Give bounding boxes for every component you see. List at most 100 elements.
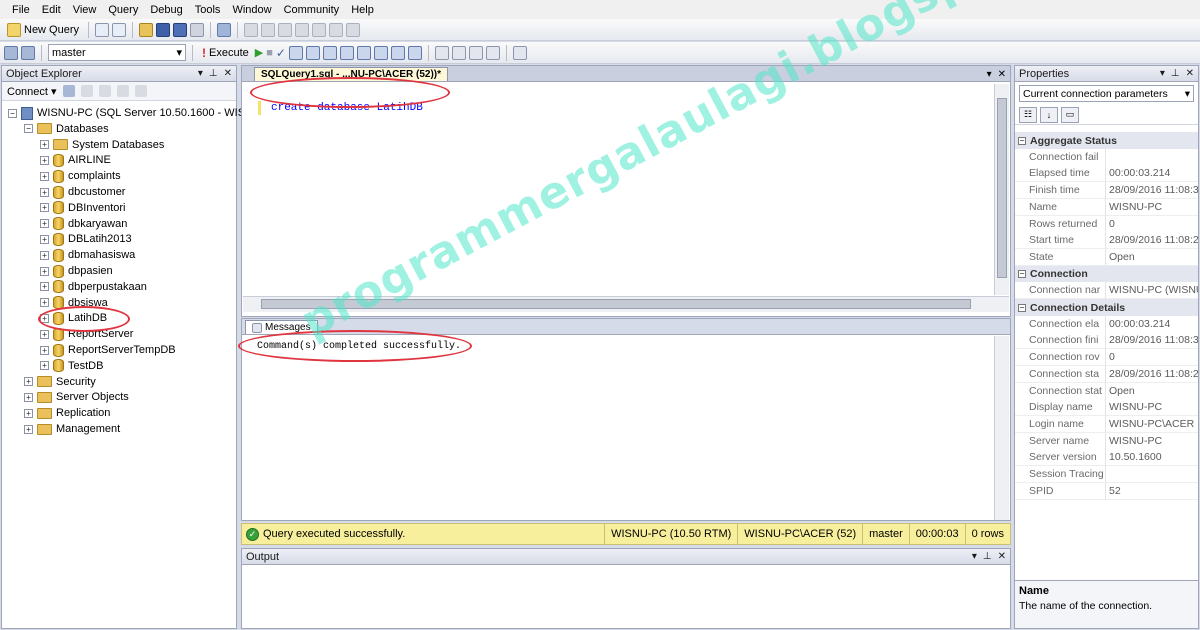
tab-sqlquery1[interactable]: SQLQuery1.sql - ...NU-PC\ACER (52))* (254, 67, 449, 81)
tree-node-server[interactable]: − WISNU-PC (SQL Server 10.50.1600 - WISNU (8, 105, 261, 121)
decrease-indent-icon[interactable] (468, 45, 483, 60)
property-row[interactable]: Name WISNU-PC (1015, 198, 1198, 216)
property-row[interactable]: Server version 10.50.1600 (1015, 449, 1198, 467)
expand-icon[interactable]: + (24, 408, 33, 418)
expand-icon[interactable]: + (40, 203, 49, 213)
expand-icon[interactable]: + (24, 424, 33, 434)
tree-node-folder[interactable]: + Server Objects (24, 389, 129, 405)
new-file-icon[interactable] (95, 22, 110, 37)
tree-node-database[interactable]: + ReportServer (40, 326, 133, 342)
query-designer-icon[interactable] (305, 45, 320, 60)
collapse-icon[interactable]: − (24, 124, 33, 134)
tree-node-database[interactable]: + dbsiswa (40, 295, 108, 311)
property-row[interactable]: SPID 52 (1015, 482, 1198, 500)
property-pages-icon[interactable]: ▭ (1061, 106, 1079, 123)
save-all-icon[interactable] (173, 22, 188, 37)
activity-monitor-icon[interactable] (217, 22, 232, 37)
menu-item-file[interactable]: File (6, 4, 36, 16)
property-row[interactable]: Rows returned 0 (1015, 215, 1198, 233)
new-query-button[interactable]: New Query (4, 21, 82, 39)
increase-indent-icon[interactable] (485, 45, 500, 60)
tree-node-database[interactable]: + TestDB (40, 358, 103, 374)
property-row[interactable]: Finish time 28/09/2016 11:08:32 (1015, 182, 1198, 200)
dropdown-icon[interactable]: ▾ (972, 551, 977, 562)
menu-item-community[interactable]: Community (278, 4, 346, 16)
property-category[interactable]: − Connection Details (1015, 299, 1198, 316)
save-icon[interactable] (156, 22, 171, 37)
collapse-icon[interactable]: − (1018, 303, 1026, 312)
open-folder-icon[interactable] (139, 22, 154, 37)
tree-node-database[interactable]: + System Databases (40, 137, 164, 153)
expand-icon[interactable]: + (40, 313, 49, 323)
property-row[interactable]: Session Tracing (1015, 466, 1198, 483)
property-row[interactable]: Connection stat Open (1015, 382, 1198, 400)
close-icon[interactable]: ✕ (1186, 68, 1194, 79)
tree-node-database[interactable]: + dbcustomer (40, 184, 125, 200)
tree-node-folder[interactable]: + Security (24, 374, 96, 390)
menu-item-view[interactable]: View (67, 4, 103, 16)
expand-icon[interactable]: + (40, 345, 49, 355)
execute-button[interactable]: ! Execute (199, 44, 252, 62)
tree-node-database[interactable]: + LatihDB (40, 310, 107, 326)
tree-node-database[interactable]: + DBLatih2013 (40, 231, 132, 247)
tree-node-database[interactable]: + complaints (40, 168, 121, 184)
property-row[interactable]: Connection ela 00:00:03.214 (1015, 315, 1198, 333)
categorized-icon[interactable]: ☷ (1019, 106, 1037, 123)
property-row[interactable]: Connection rov 0 (1015, 349, 1198, 367)
property-row[interactable]: Elapsed time 00:00:03.214 (1015, 165, 1198, 183)
debug-play-icon[interactable]: ▶ (255, 46, 263, 59)
results-to-file-icon[interactable] (407, 45, 422, 60)
expand-icon[interactable]: + (40, 282, 49, 292)
expand-icon[interactable]: + (40, 329, 49, 339)
stop-icon[interactable] (98, 85, 111, 97)
property-row[interactable]: Display name WISNU-PC (1015, 399, 1198, 417)
property-row[interactable]: Server name WISNU-PC (1015, 432, 1198, 450)
expand-icon[interactable]: + (40, 171, 49, 181)
collapse-icon[interactable]: − (1018, 136, 1026, 145)
menu-item-query[interactable]: Query (102, 4, 144, 16)
sql-code-line[interactable]: create database LatihDB (271, 102, 423, 114)
navigate-forward-icon[interactable] (329, 22, 344, 37)
collapse-icon[interactable]: − (8, 108, 17, 118)
property-row[interactable]: Login name WISNU-PC\ACER (1015, 415, 1198, 433)
property-row[interactable]: State Open (1015, 248, 1198, 266)
tree-node-database[interactable]: + dbkaryawan (40, 216, 127, 232)
include-actual-plan-icon[interactable] (339, 45, 354, 60)
connect-icon[interactable] (4, 45, 18, 60)
menu-item-debug[interactable]: Debug (144, 4, 188, 16)
connect-button[interactable]: Connect ▾ (7, 85, 57, 98)
tree-node-database[interactable]: + dbmahasiswa (40, 247, 135, 263)
pin-icon[interactable]: ⊥ (983, 551, 992, 562)
connect-object-icon[interactable] (62, 85, 75, 97)
redo-icon[interactable] (295, 22, 310, 37)
property-row[interactable]: Connection fail (1015, 148, 1198, 166)
alphabetical-icon[interactable]: ↓ (1040, 106, 1058, 123)
tree-node-folder[interactable]: + Management (24, 421, 120, 437)
database-select[interactable]: master ▾ (48, 44, 186, 61)
scroll-thumb[interactable] (997, 98, 1007, 278)
expand-icon[interactable]: + (40, 361, 49, 371)
pin-icon[interactable]: ⊥ (209, 68, 218, 79)
menu-item-tools[interactable]: Tools (189, 4, 227, 16)
expand-icon[interactable]: + (40, 219, 49, 229)
results-to-text-icon[interactable] (373, 45, 388, 60)
cancel-query-icon[interactable]: ■ (266, 47, 273, 59)
property-row[interactable]: Connection nar WISNU-PC (WISNU- (1015, 282, 1198, 300)
filter-icon[interactable] (116, 85, 129, 97)
results-to-grid-icon[interactable] (390, 45, 405, 60)
close-icon[interactable]: ✕ (224, 68, 232, 79)
copy-icon[interactable] (112, 22, 127, 37)
print-icon[interactable] (190, 22, 205, 37)
tree-node-database[interactable]: + AIRLINE (40, 152, 111, 168)
change-connection-icon[interactable] (21, 45, 35, 60)
expand-icon[interactable]: + (40, 187, 49, 197)
expand-icon[interactable]: + (40, 234, 49, 244)
dropdown-icon[interactable]: ▾ (198, 68, 203, 79)
paste-icon[interactable] (261, 22, 276, 37)
comment-icon[interactable] (434, 45, 449, 60)
expand-icon[interactable]: + (40, 298, 49, 308)
close-icon[interactable]: ✕ (998, 551, 1006, 562)
parse-check-icon[interactable]: ✓ (276, 46, 286, 60)
disconnect-icon[interactable] (80, 85, 93, 97)
client-statistics-icon[interactable] (356, 45, 371, 60)
